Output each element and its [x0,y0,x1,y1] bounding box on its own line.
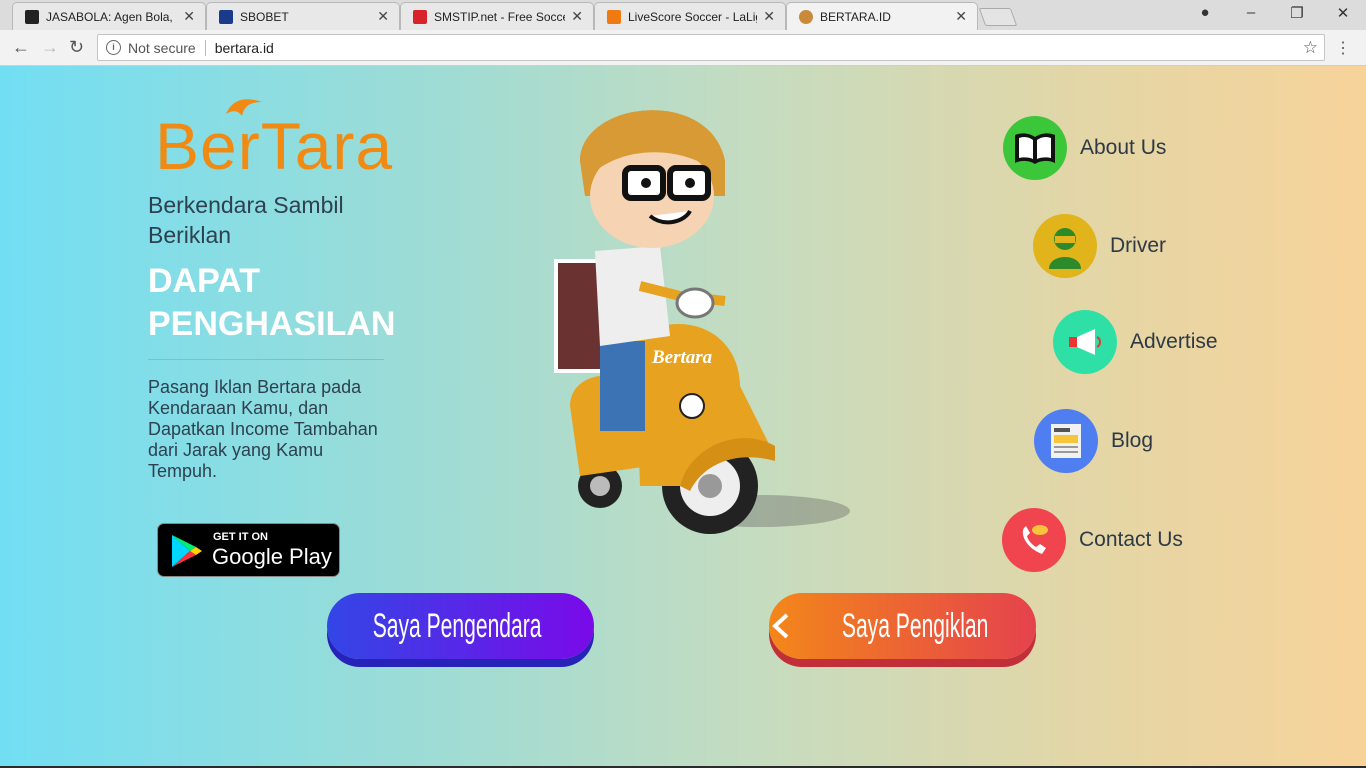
menu-label: About Us [1080,136,1167,159]
profile-icon[interactable]: ● [1195,4,1215,21]
jasabola-favicon-icon [25,9,39,24]
google-play-icon [172,535,202,567]
divider [148,359,384,360]
menu-about-us[interactable]: About Us [1003,116,1166,180]
advertiser-button-label: Saya Pengiklan [842,606,989,645]
menu-driver[interactable]: Driver [1033,214,1166,278]
newspaper-icon [1034,409,1098,473]
tab-title: LiveScore Soccer - LaLiga [628,9,758,24]
tab-title: SBOBET [240,9,289,24]
tab-smstip[interactable]: SMSTIP.net - Free Soccer ✕ [400,2,594,30]
menu-label: Contact Us [1079,528,1183,551]
new-tab-button[interactable] [978,8,1018,26]
tab-livescore[interactable]: LiveScore Soccer - LaLiga ✕ [594,2,786,30]
tab-jasabola[interactable]: JASABOLA: Agen Bola, Ba ✕ [12,2,206,30]
badge-big-text: Google Play [212,544,332,569]
chevron-left-icon [772,613,789,639]
forward-arrow-icon[interactable]: → [41,37,59,58]
bookmark-star-icon[interactable]: ☆ [1303,38,1318,58]
divider [204,39,206,56]
close-icon[interactable]: ✕ [377,8,389,25]
close-icon[interactable]: ✕ [763,8,775,25]
book-icon [1003,116,1067,180]
tab-sbobet[interactable]: SBOBET ✕ [206,2,400,30]
url-text[interactable]: bertara.id [215,40,274,56]
driver-icon [1033,214,1097,278]
menu-contact-us[interactable]: Contact Us [1002,508,1183,572]
address-bar[interactable]: i Not secure bertara.id ☆ [97,34,1325,61]
back-arrow-icon[interactable]: ← [12,37,30,58]
maximize-icon[interactable]: ❐ [1287,4,1307,22]
minimize-icon[interactable]: – [1241,4,1261,21]
tab-bertara[interactable]: BERTARA.ID ✕ [786,2,978,30]
smstip-favicon-icon [413,9,427,24]
phone-icon [1002,508,1066,572]
sbobet-favicon-icon [219,9,233,24]
address-toolbar: ← → ↻ i Not secure bertara.id ☆ ⋮ [0,30,1366,66]
headline: DAPAT PENGHASILAN [148,262,396,343]
tab-bar: JASABOLA: Agen Bola, Ba ✕ SBOBET ✕ SMSTI… [0,0,1366,30]
description: Pasang Iklan Bertara pada Kendaraan Kamu… [148,377,378,481]
scooter-rider-illustration: Bertara [554,110,850,534]
badge-small-text: GET IT ON [213,531,268,543]
security-label[interactable]: Not secure [128,40,196,56]
logo[interactable]: BerTara [155,108,393,184]
menu-blog[interactable]: Blog [1034,409,1153,473]
close-icon[interactable]: ✕ [955,8,967,25]
close-icon[interactable]: ✕ [183,8,195,25]
megaphone-icon [1053,310,1117,374]
google-play-badge[interactable]: GET IT ON Google Play [157,523,340,577]
tab-title: SMSTIP.net - Free Soccer [434,9,566,24]
window-close-icon[interactable]: ✕ [1333,4,1353,22]
close-icon[interactable]: ✕ [571,8,583,25]
tagline: Berkendara Sambil Beriklan [148,192,344,248]
menu-kebab-icon[interactable]: ⋮ [1335,38,1351,58]
tab-title: JASABOLA: Agen Bola, Ba [46,9,178,24]
tab-title: BERTARA.ID [820,9,891,24]
menu-label: Driver [1110,234,1166,257]
info-icon[interactable]: i [106,40,121,55]
rider-button-label: Saya Pengendara [373,606,542,645]
rider-button[interactable]: Saya Pengendara [327,593,594,659]
menu-advertise[interactable]: Advertise [1053,310,1218,374]
menu-label: Advertise [1130,330,1218,353]
page-content: BerTara Berkendara Sambil Beriklan DAPAT… [0,66,1366,768]
livescore-favicon-icon [607,9,621,24]
menu-label: Blog [1111,429,1154,452]
advertiser-button[interactable]: Saya Pengiklan [769,593,1036,659]
reload-icon[interactable]: ↻ [69,37,84,58]
bertara-favicon-icon [799,9,813,24]
scooter-brand-text: Bertara [651,347,713,368]
